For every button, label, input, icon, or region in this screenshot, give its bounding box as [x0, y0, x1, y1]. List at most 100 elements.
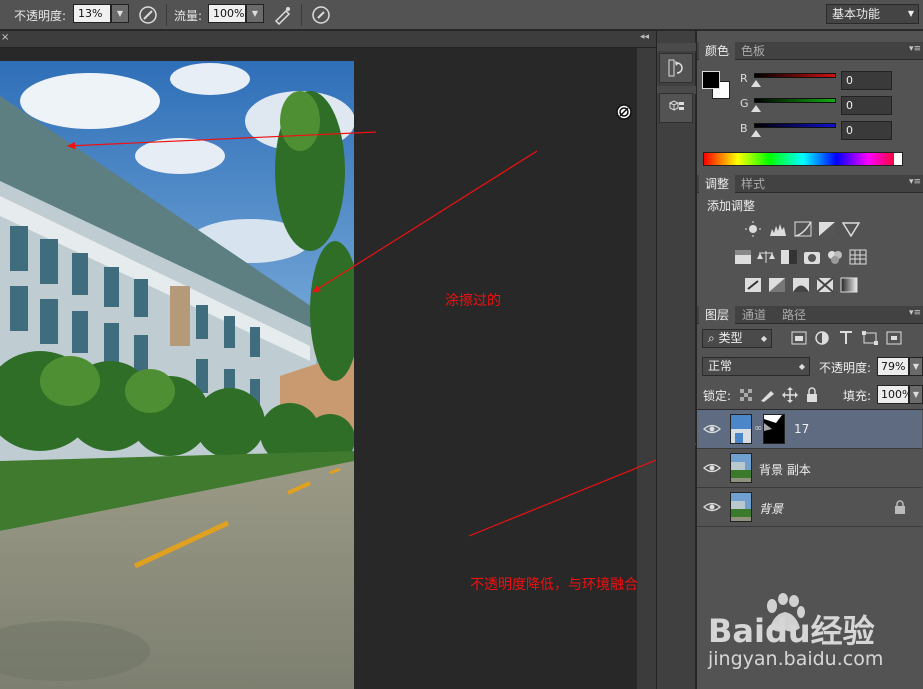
flow-input[interactable]: 100%	[208, 4, 246, 23]
brightness-icon[interactable]	[744, 221, 762, 237]
color-balance-icon[interactable]	[757, 249, 775, 265]
workspace-select[interactable]: 基本功能 ▼	[826, 4, 919, 24]
lock-image-pixels-icon[interactable]	[759, 387, 777, 403]
fill-dropdown[interactable]: ▼	[909, 385, 923, 404]
no-entry-cursor-icon	[616, 104, 632, 120]
lock-all-icon[interactable]	[803, 387, 821, 403]
document-image[interactable]	[0, 61, 354, 689]
hue-saturation-icon[interactable]	[734, 249, 752, 265]
separator	[301, 4, 302, 26]
close-icon[interactable]: ×	[1, 32, 9, 43]
eye-icon[interactable]	[703, 460, 721, 476]
invert-icon[interactable]	[744, 277, 762, 293]
opacity-dropdown-button[interactable]: ▼	[111, 4, 129, 23]
green-value-input[interactable]: 0	[841, 96, 892, 115]
layer-name: 背景 副本	[759, 463, 811, 477]
green-slider[interactable]	[754, 98, 836, 103]
airbrush-pressure-icon[interactable]	[138, 5, 158, 25]
filter-adjustment-icon[interactable]	[813, 330, 831, 346]
layer-row-background[interactable]: 背景	[697, 488, 922, 527]
layer-row-17[interactable]: ∞ 17	[697, 410, 922, 449]
history-panel-button[interactable]	[659, 53, 693, 83]
panel-menu-icon[interactable]: ▾≡	[909, 44, 921, 54]
color-spectrum-bar[interactable]	[703, 152, 903, 166]
chevron-down-icon: ▼	[907, 9, 914, 18]
cube-icon	[668, 100, 684, 111]
channel-mixer-icon[interactable]	[826, 249, 844, 265]
lock-position-icon[interactable]	[781, 387, 799, 403]
tab-color[interactable]: 颜色	[699, 42, 736, 60]
blue-slider[interactable]	[754, 123, 836, 128]
red-slider-thumb[interactable]	[751, 80, 761, 87]
collapsed-panel-dock	[656, 31, 696, 689]
watermark-brand: Baidu经验	[708, 612, 875, 650]
airbrush-icon[interactable]	[273, 5, 293, 25]
tab-adjustments[interactable]: 调整	[699, 175, 736, 193]
search-icon: ⌕	[708, 331, 719, 345]
tab-swatches[interactable]: 色板	[735, 42, 771, 60]
tablet-pressure-size-icon[interactable]	[311, 5, 331, 25]
eye-icon[interactable]	[703, 421, 721, 437]
channel-label-r: R	[740, 72, 748, 85]
filter-smart-object-icon[interactable]	[885, 330, 903, 346]
red-slider[interactable]	[754, 73, 836, 78]
red-value-input[interactable]: 0	[841, 71, 892, 90]
white-swatch[interactable]	[894, 153, 902, 165]
add-adjustment-heading: 添加调整	[707, 199, 756, 213]
properties-panel-button[interactable]	[659, 93, 693, 123]
workspace-label: 基本功能	[832, 7, 881, 21]
separator	[166, 4, 167, 26]
threshold-icon[interactable]	[792, 277, 810, 293]
filter-pixel-icon[interactable]	[790, 330, 808, 346]
curves-icon[interactable]	[794, 221, 812, 237]
flow-label: 流量:	[174, 9, 203, 23]
collapse-icon[interactable]: ◂◂	[640, 32, 649, 42]
layer-filter-select[interactable]: ⌕ 类型 ◆	[702, 329, 772, 348]
lock-transparent-pixels-icon[interactable]	[737, 387, 755, 403]
layer-mask-thumbnail[interactable]	[763, 414, 785, 444]
filter-type-icon[interactable]	[837, 330, 855, 346]
eye-icon[interactable]	[703, 499, 721, 515]
gradient-map-icon[interactable]	[840, 277, 858, 293]
foreground-color-swatch-top[interactable]	[702, 71, 720, 89]
photo-filter-icon[interactable]	[803, 249, 821, 265]
green-slider-thumb[interactable]	[751, 105, 761, 112]
flow-dropdown-button[interactable]: ▼	[246, 4, 264, 23]
chevron-down-icon: ◆	[798, 362, 805, 371]
tab-paths[interactable]: 路径	[776, 306, 812, 324]
layer-opacity-input[interactable]: 79%	[877, 357, 909, 376]
channel-label-g: G	[740, 97, 749, 110]
channel-label-b: B	[740, 122, 748, 135]
opacity-input[interactable]: 13%	[73, 4, 111, 23]
posterize-icon[interactable]	[768, 277, 786, 293]
filter-shape-icon[interactable]	[861, 330, 879, 346]
tab-layers[interactable]: 图层	[699, 306, 736, 324]
opacity-label: 不透明度:	[14, 9, 67, 23]
panel-menu-icon[interactable]: ▾≡	[909, 177, 921, 187]
mask-link-icon[interactable]: ∞	[754, 423, 762, 434]
options-bar: 不透明度: 13% ▼ 流量: 100% ▼ 基本功能 ▼	[0, 0, 923, 30]
vibrance-icon[interactable]	[842, 221, 860, 237]
tab-channels[interactable]: 通道	[736, 306, 772, 324]
color-lookup-icon[interactable]	[849, 249, 867, 265]
panel-menu-icon[interactable]: ▾≡	[909, 308, 921, 318]
annotation-smeared: 涂擦过的	[445, 293, 501, 309]
dock-grip[interactable]	[657, 43, 696, 51]
layer-opacity-dropdown[interactable]: ▼	[909, 357, 923, 376]
blue-value-input[interactable]: 0	[841, 121, 892, 140]
watermark-url: jingyan.baidu.com	[708, 648, 884, 670]
fill-input[interactable]: 100%	[877, 385, 912, 404]
tab-styles[interactable]: 样式	[735, 175, 771, 193]
selective-color-icon[interactable]	[816, 277, 834, 293]
canvas-scrollbar[interactable]	[637, 48, 656, 689]
levels-icon[interactable]	[769, 221, 787, 237]
layer-opacity-label: 不透明度:	[819, 361, 872, 375]
color-panel-tabs: 颜色 色板 ▾≡	[697, 42, 923, 60]
layer-thumbnail	[730, 492, 752, 522]
layer-row-background-copy[interactable]: 背景 副本	[697, 449, 922, 488]
blend-mode-select[interactable]: 正常 ◆	[702, 357, 810, 376]
right-panel-column: 颜色 色板 ▾≡ R 0 G 0 B 0 调整 样式 ▾≡ 添加调整 图层 通道…	[696, 31, 923, 689]
exposure-icon[interactable]	[818, 221, 836, 237]
black-white-icon[interactable]	[780, 249, 798, 265]
blue-slider-thumb[interactable]	[751, 130, 761, 137]
